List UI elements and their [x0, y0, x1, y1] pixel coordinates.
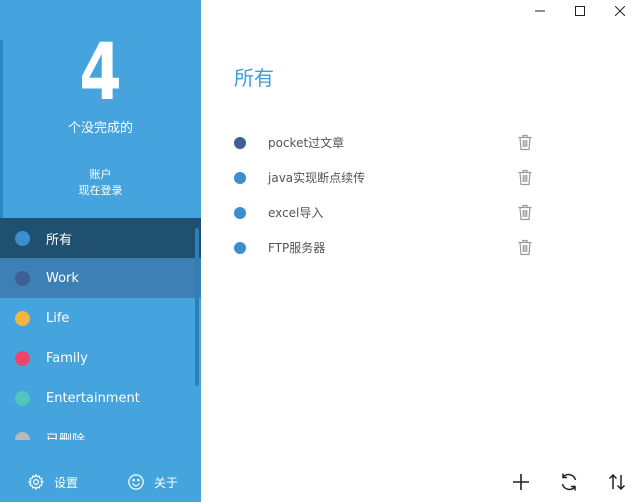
category-dot	[15, 390, 30, 406]
incomplete-caption: 个没完成的	[67, 121, 133, 136]
about-label: 关于	[154, 475, 179, 490]
task-text: FTP服务器	[268, 241, 326, 255]
category-label: Family	[46, 350, 88, 366]
category-item-work[interactable]: Work	[0, 258, 201, 298]
task-dot	[234, 206, 246, 219]
add-task-button[interactable]	[507, 468, 535, 496]
task-item[interactable]: FTP服务器	[234, 230, 544, 265]
add-icon	[513, 474, 529, 490]
task-item[interactable]: excel导入	[234, 195, 544, 230]
task-list: pocket过文章 java实现断点续传 excel导入 FTP服务器	[234, 125, 544, 265]
maximize-button[interactable]	[560, 0, 600, 22]
sidebar: 4 个没完成的 账户 现在登录 所有 Work Life Family Ente…	[0, 0, 201, 502]
settings-button[interactable]: 设置	[27, 473, 78, 491]
minimize-button[interactable]	[520, 0, 560, 22]
page-title: 所有	[234, 66, 274, 90]
category-label: 所有	[46, 232, 73, 248]
maximize-icon	[575, 6, 585, 16]
category-label: Entertainment	[46, 390, 140, 406]
category-label: 已删除	[46, 429, 85, 440]
category-item-life[interactable]: Life	[0, 298, 201, 338]
category-dot	[15, 432, 30, 440]
gear-icon	[27, 473, 45, 491]
refresh-button[interactable]	[555, 468, 583, 496]
category-dot	[15, 270, 30, 286]
task-dot	[234, 136, 246, 149]
smiley-icon	[128, 474, 144, 490]
task-text: excel导入	[268, 206, 324, 220]
category-label: Life	[46, 310, 70, 326]
settings-label: 设置	[54, 475, 79, 490]
refresh-icon	[561, 473, 577, 491]
incomplete-count: 4	[79, 28, 122, 118]
task-item[interactable]: pocket过文章	[234, 125, 544, 160]
category-item-all[interactable]: 所有	[0, 218, 201, 258]
task-text: pocket过文章	[268, 136, 345, 150]
trash-icon[interactable]	[517, 134, 533, 151]
trash-icon[interactable]	[517, 239, 533, 256]
category-dot	[15, 310, 30, 326]
task-item[interactable]: java实现断点续传	[234, 160, 544, 195]
trash-icon[interactable]	[517, 204, 533, 221]
task-text: java实现断点续传	[268, 171, 366, 185]
category-list: 所有 Work Life Family Entertainment 已删除	[0, 218, 201, 440]
sidebar-footer: 设置 关于	[0, 466, 201, 502]
sort-button[interactable]	[603, 468, 631, 496]
window-controls	[520, 0, 640, 22]
login-link[interactable]: 现在登录	[0, 183, 201, 199]
category-dot	[15, 230, 30, 246]
trash-icon[interactable]	[517, 169, 533, 186]
category-label: Work	[46, 270, 79, 286]
sidebar-scrollbar[interactable]	[195, 228, 199, 386]
account-title: 账户	[89, 168, 112, 181]
category-item-family[interactable]: Family	[0, 338, 201, 378]
close-icon	[615, 6, 625, 16]
minimize-icon	[535, 10, 545, 12]
account-section[interactable]: 账户 现在登录	[0, 167, 201, 199]
category-item-entertainment[interactable]: Entertainment	[0, 378, 201, 418]
task-dot	[234, 241, 246, 254]
close-button[interactable]	[600, 0, 640, 22]
task-dot	[234, 171, 246, 184]
category-dot	[15, 350, 30, 366]
about-button[interactable]: 关于	[127, 473, 178, 491]
category-item-deleted[interactable]: 已删除	[0, 418, 201, 440]
sort-icon	[608, 473, 626, 491]
